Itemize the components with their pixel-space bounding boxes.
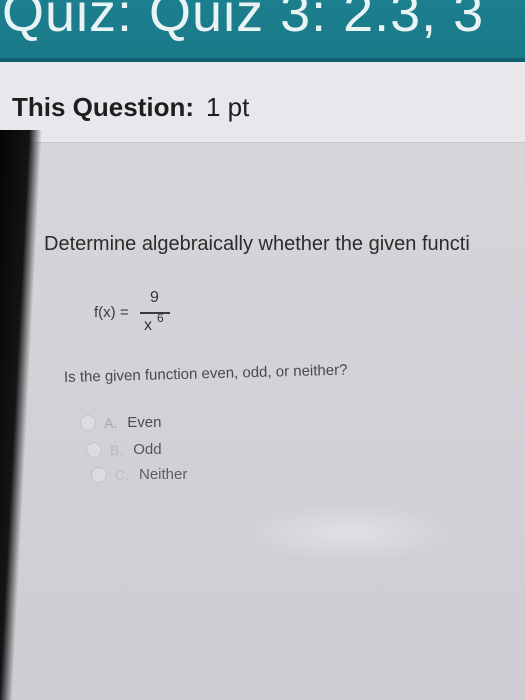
- function-lhs: f(x) =: [94, 304, 129, 321]
- answer-option-neither[interactable]: C. Neither: [91, 466, 187, 483]
- fraction-numerator: 9: [150, 289, 159, 306]
- quiz-screen: Quiz: Quiz 3: 2.3, 3 This Question: 1 pt…: [0, 0, 525, 700]
- radio-button-icon[interactable]: [86, 441, 102, 458]
- question-body: Determine algebraically whether the give…: [0, 143, 525, 700]
- question-points-header: This Question: 1 pt: [0, 62, 525, 143]
- answer-option-odd[interactable]: B. Odd: [86, 441, 162, 458]
- quiz-title: Quiz: Quiz 3: 2.3, 3: [2, 0, 485, 43]
- answer-option-even[interactable]: A. Even: [80, 414, 161, 431]
- option-label: Even: [127, 414, 162, 431]
- points-label: This Question:: [12, 92, 194, 122]
- option-label: Neither: [139, 466, 188, 483]
- question-prompt: Determine algebraically whether the give…: [44, 233, 470, 255]
- fraction-exponent: 6: [157, 311, 164, 325]
- radio-button-icon[interactable]: [80, 414, 96, 431]
- option-letter: C.: [115, 466, 129, 483]
- radio-button-icon[interactable]: [91, 466, 107, 483]
- option-label: Odd: [133, 441, 162, 458]
- fraction-denominator: x: [144, 317, 152, 334]
- points-value: 1 pt: [206, 92, 250, 122]
- fraction-bar: [140, 312, 170, 314]
- quiz-title-bar: Quiz: Quiz 3: 2.3, 3: [0, 0, 525, 58]
- option-letter: B.: [110, 441, 124, 458]
- option-letter: A.: [104, 414, 118, 431]
- sub-question: Is the given function even, odd, or neit…: [63, 361, 348, 386]
- screen-glare: [240, 503, 460, 563]
